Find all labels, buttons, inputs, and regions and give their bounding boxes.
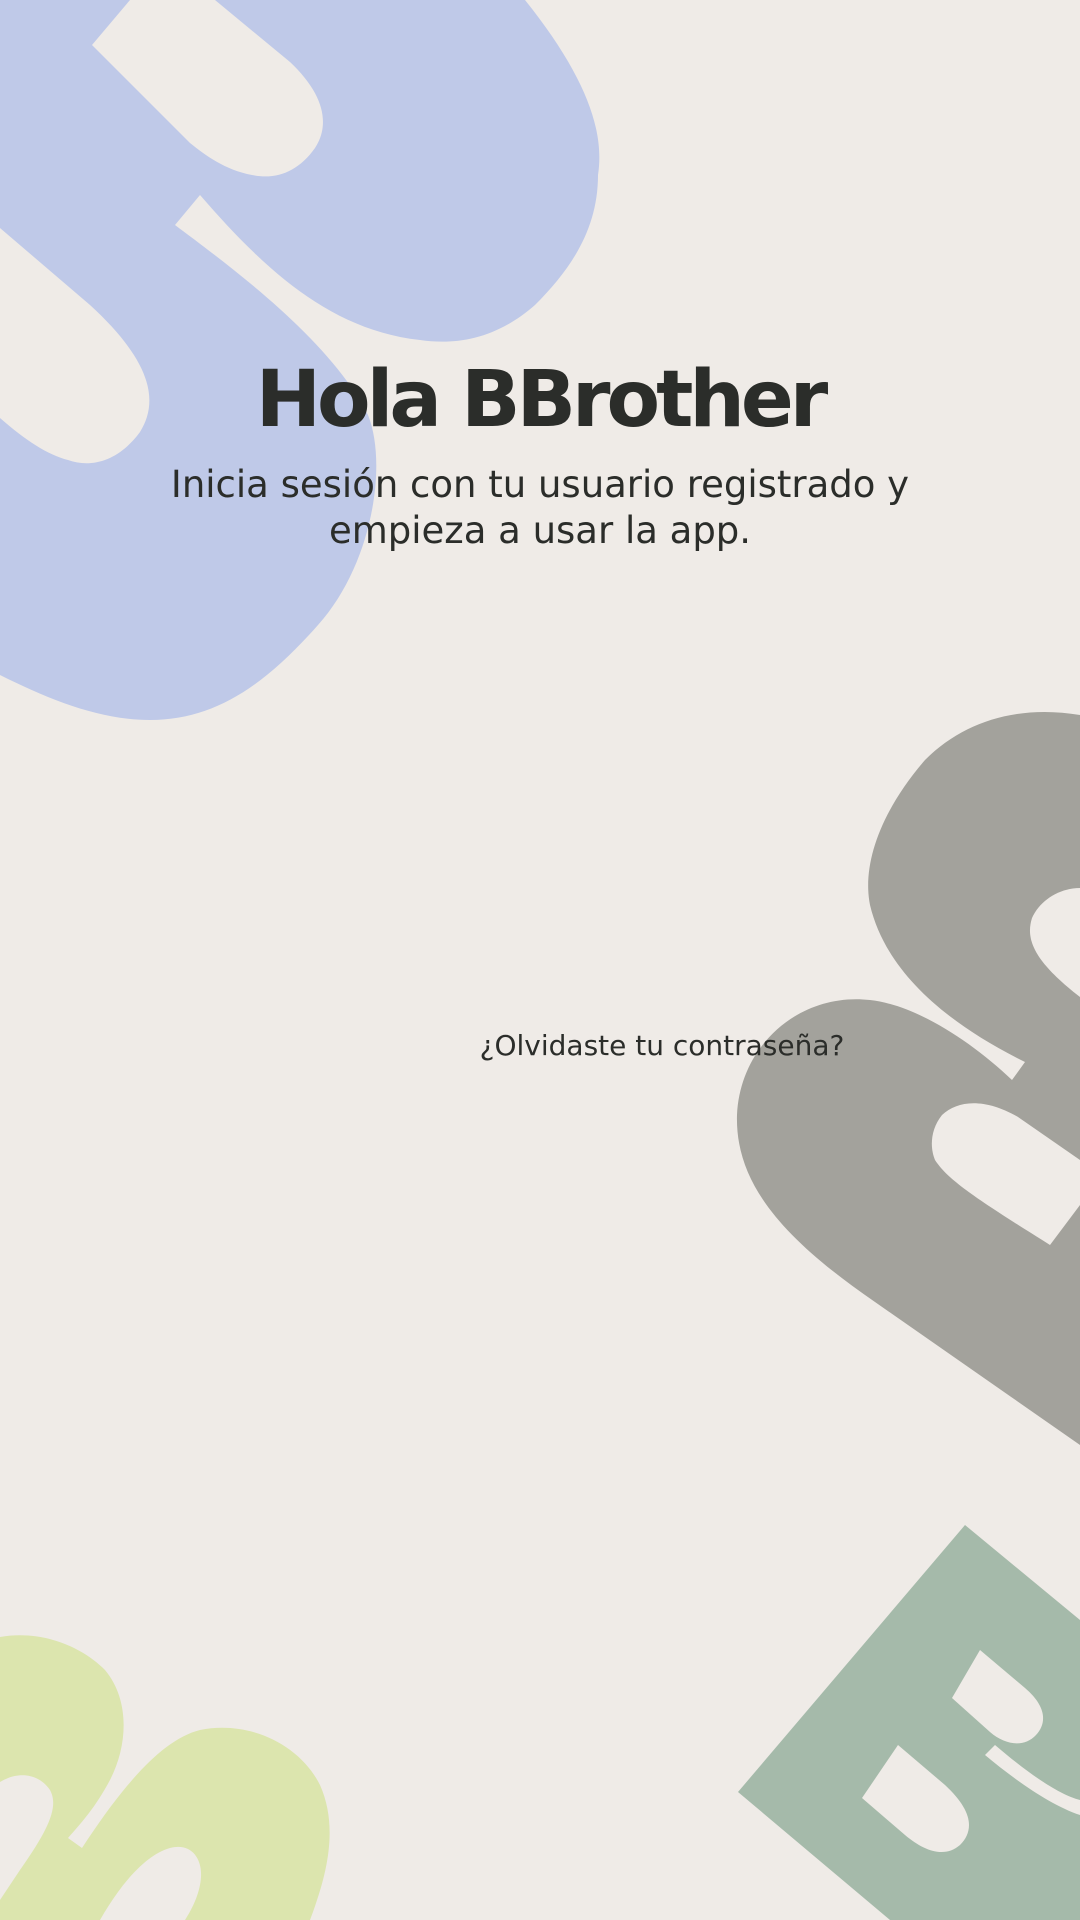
decorative-b-shape-lime [0,1635,330,1920]
decorative-b-shape-gray [736,712,1080,1445]
decorative-b-shape-green [738,1525,1080,1920]
page-subtitle: Inicia sesión con tu usuario registrado … [170,463,910,552]
page-title: Hola BBrother [255,355,829,445]
login-screen: Hola BBrother Inicia sesión con tu usuar… [0,0,1080,1920]
forgot-password-link[interactable]: ¿Olvidaste tu contraseña? [430,1024,894,1068]
background-decoration [0,0,1080,1920]
